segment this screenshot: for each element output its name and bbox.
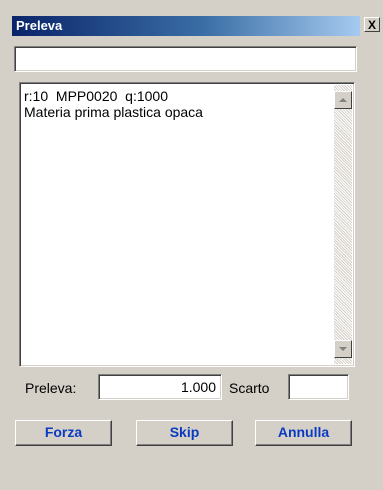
barcode-input[interactable] xyxy=(14,46,357,72)
forza-button[interactable]: Forza xyxy=(15,420,112,446)
scarto-field[interactable] xyxy=(288,374,349,400)
preleva-quantity-field[interactable] xyxy=(98,374,222,400)
list-item[interactable]: r:10 MPP0020 q:1000 Materia prima plasti… xyxy=(24,88,324,120)
annulla-button[interactable]: Annulla xyxy=(255,420,352,446)
close-button[interactable]: X xyxy=(364,17,380,32)
scroll-down-button[interactable] xyxy=(334,340,352,358)
scroll-up-button[interactable] xyxy=(334,91,352,109)
arrow-up-icon xyxy=(339,98,347,102)
title-bar[interactable]: Preleva xyxy=(12,16,360,36)
skip-button[interactable]: Skip xyxy=(136,420,233,446)
vertical-scrollbar[interactable] xyxy=(334,85,352,364)
preleva-label: Preleva: xyxy=(25,380,77,396)
arrow-down-icon xyxy=(339,347,347,351)
list-item-line-1: r:10 MPP0020 q:1000 xyxy=(24,88,168,104)
window-title: Preleva xyxy=(16,18,63,33)
item-listbox[interactable]: r:10 MPP0020 q:1000 Materia prima plasti… xyxy=(19,82,355,367)
dialog-window: Preleva X r:10 MPP0020 q:1000 Materia pr… xyxy=(0,0,383,490)
scarto-label: Scarto xyxy=(229,380,270,396)
list-item-line-2: Materia prima plastica opaca xyxy=(24,104,203,120)
